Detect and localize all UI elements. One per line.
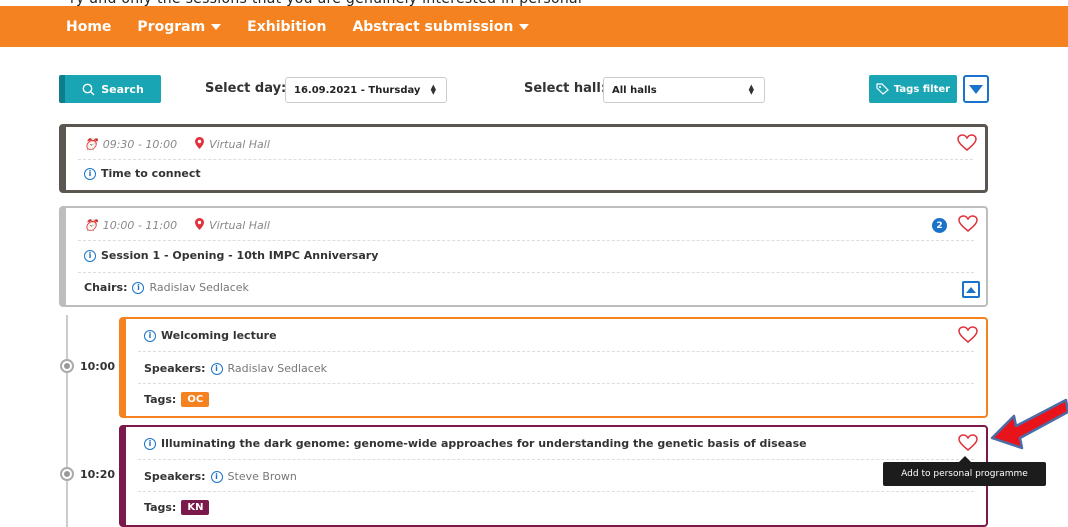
divider bbox=[138, 459, 974, 460]
select-day-label: Select day: bbox=[205, 81, 287, 96]
talk-title-row[interactable]: i Illuminating the dark genome: genome-w… bbox=[144, 437, 807, 450]
location-pin-icon bbox=[195, 218, 205, 233]
info-icon[interactable]: i bbox=[210, 362, 223, 375]
chairs-label: Chairs: bbox=[84, 281, 128, 294]
filter-toolbar: Search Select day: 16.09.2021 - Thursday… bbox=[0, 75, 1068, 105]
triangle-down-icon bbox=[969, 84, 983, 94]
talk-card: i Illuminating the dark genome: genome-w… bbox=[119, 425, 988, 527]
search-button[interactable]: Search bbox=[59, 75, 161, 103]
speakers-label: Speakers: bbox=[144, 362, 206, 375]
session-time-row: ⏰ 10:00 - 11:00 Virtual Hall bbox=[84, 218, 270, 233]
chevron-down-icon bbox=[519, 23, 530, 30]
session-title: Session 1 - Opening - 10th IMPC Annivers… bbox=[101, 249, 379, 262]
divider bbox=[138, 383, 974, 384]
nav-home[interactable]: Home bbox=[66, 19, 111, 35]
info-icon[interactable]: i bbox=[84, 167, 96, 180]
tags-filter-label: Tags filter bbox=[893, 83, 951, 95]
heart-icon[interactable] bbox=[958, 215, 978, 233]
session-card: ⏰ 10:00 - 11:00 Virtual Hall 2 i Session… bbox=[59, 206, 988, 307]
divider bbox=[78, 159, 973, 160]
info-icon[interactable]: i bbox=[210, 470, 223, 483]
divider bbox=[78, 272, 974, 273]
tags-row: Tags: KN bbox=[144, 500, 210, 515]
speaker-name[interactable]: Radislav Sedlacek bbox=[228, 362, 327, 375]
expand-filters-button[interactable] bbox=[963, 75, 989, 103]
talk-title-row[interactable]: i Welcoming lecture bbox=[144, 329, 277, 342]
speakers-row: Speakers: i Steve Brown bbox=[144, 470, 297, 483]
speakers-label: Speakers: bbox=[144, 470, 206, 483]
day-select-value: 16.09.2021 - Thursday bbox=[294, 84, 421, 96]
timeline-node bbox=[60, 467, 74, 481]
tag-icon bbox=[876, 83, 889, 95]
divider bbox=[138, 351, 974, 352]
timeline-line bbox=[66, 315, 68, 527]
tag-badge[interactable]: KN bbox=[181, 500, 210, 515]
annotation-arrow-icon bbox=[990, 398, 1068, 450]
chair-name[interactable]: Radislav Sedlacek bbox=[149, 281, 248, 294]
info-icon[interactable]: i bbox=[84, 249, 96, 262]
nav-abstract-submission[interactable]: Abstract submission bbox=[352, 19, 530, 35]
divider bbox=[78, 240, 974, 241]
talk-start-time: 10:00 bbox=[80, 360, 116, 373]
talk-card: i Welcoming lecture Speakers: i Radislav… bbox=[119, 317, 988, 418]
speaker-name[interactable]: Steve Brown bbox=[228, 470, 297, 483]
heart-icon[interactable] bbox=[958, 326, 978, 344]
talk-title: Illuminating the dark genome: genome-wid… bbox=[161, 437, 807, 450]
session-title: Time to connect bbox=[101, 167, 201, 180]
chairs-row: Chairs: i Radislav Sedlacek bbox=[84, 281, 249, 294]
session-title-row[interactable]: i Session 1 - Opening - 10th IMPC Annive… bbox=[84, 249, 378, 262]
tags-filter-button[interactable]: Tags filter bbox=[869, 75, 957, 103]
nav-program[interactable]: Program bbox=[137, 19, 222, 35]
alarm-clock-icon: ⏰ bbox=[84, 219, 98, 232]
heart-icon[interactable] bbox=[957, 134, 977, 152]
hall-select[interactable]: All halls ▲ ▼ bbox=[603, 77, 765, 103]
main-nav: Home Program Exhibition Abstract submiss… bbox=[0, 6, 1068, 47]
talk-start-time: 10:20 bbox=[80, 468, 116, 481]
talk-title: Welcoming lecture bbox=[161, 329, 277, 342]
divider bbox=[138, 491, 974, 492]
triangle-up-icon bbox=[966, 286, 976, 293]
session-time: 10:00 - 11:00 bbox=[102, 219, 178, 232]
tags-row: Tags: OC bbox=[144, 392, 210, 407]
nav-exhibition[interactable]: Exhibition bbox=[247, 19, 326, 35]
chevron-down-icon bbox=[211, 23, 222, 30]
heart-icon[interactable] bbox=[958, 434, 978, 452]
session-card: ⏰ 09:30 - 10:00 Virtual Hall i Time to c… bbox=[59, 124, 988, 193]
collapse-session-button[interactable] bbox=[962, 281, 980, 298]
session-title-row[interactable]: i Time to connect bbox=[84, 167, 201, 180]
speakers-row: Speakers: i Radislav Sedlacek bbox=[144, 362, 327, 375]
day-select[interactable]: 16.09.2021 - Thursday ▲ ▼ bbox=[285, 77, 447, 103]
session-hall: Virtual Hall bbox=[209, 138, 270, 151]
session-hall: Virtual Hall bbox=[209, 219, 270, 232]
location-pin-icon bbox=[195, 137, 205, 152]
search-icon bbox=[82, 83, 95, 95]
select-arrows-icon: ▲ ▼ bbox=[748, 83, 754, 96]
talk-count-badge: 2 bbox=[932, 218, 947, 233]
session-time: 09:30 - 10:00 bbox=[102, 138, 178, 151]
tooltip: Add to personal programme bbox=[883, 456, 1046, 486]
timeline-node bbox=[60, 359, 74, 373]
select-hall-label: Select hall: bbox=[524, 81, 607, 96]
tags-label: Tags: bbox=[144, 393, 177, 406]
info-icon[interactable]: i bbox=[144, 329, 156, 342]
session-time-row: ⏰ 09:30 - 10:00 Virtual Hall bbox=[84, 137, 270, 152]
tags-label: Tags: bbox=[144, 501, 177, 514]
select-arrows-icon: ▲ ▼ bbox=[430, 83, 436, 96]
hall-select-value: All halls bbox=[612, 84, 657, 96]
info-icon[interactable]: i bbox=[144, 437, 156, 450]
info-icon[interactable]: i bbox=[132, 281, 145, 294]
alarm-clock-icon: ⏰ bbox=[84, 138, 98, 151]
tag-badge[interactable]: OC bbox=[181, 392, 210, 407]
search-button-label: Search bbox=[101, 82, 144, 96]
